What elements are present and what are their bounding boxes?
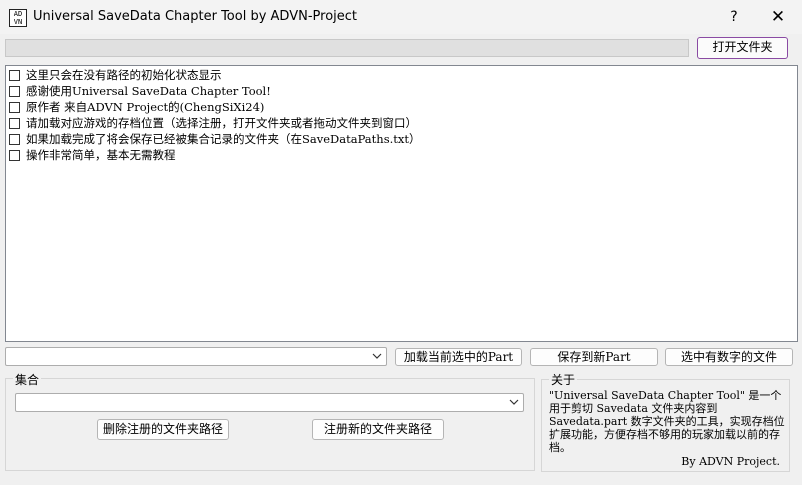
list-item[interactable]: 这里只会在没有路径的初始化状态显示 — [9, 67, 222, 83]
load-part-button[interactable]: 加载当前选中的Part — [395, 348, 522, 366]
list-item[interactable]: 请加载对应游戏的存档位置（选择注册，打开文件夹或者拖动文件夹到窗口） — [9, 115, 417, 131]
checkbox[interactable] — [9, 69, 20, 81]
chevron-down-icon — [509, 399, 519, 405]
help-button[interactable]: ? — [722, 6, 746, 28]
list-item-label: 如果加载完成了将会保存已经被集合记录的文件夹（在SaveDataPaths.tx… — [26, 132, 421, 146]
list-item[interactable]: 如果加载完成了将会保存已经被集合记录的文件夹（在SaveDataPaths.tx… — [9, 131, 420, 147]
collection-select[interactable] — [15, 393, 524, 412]
folder-path-field[interactable] — [5, 39, 689, 57]
list-item-label: 原作者 来自ADVN Project的(ChengSiXi24) — [26, 100, 265, 114]
register-folder-path-button[interactable]: 注册新的文件夹路径 — [312, 419, 444, 440]
checkbox[interactable] — [9, 117, 20, 129]
save-new-part-button[interactable]: 保存到新Part — [530, 348, 658, 366]
about-legend: 关于 — [549, 371, 578, 388]
about-description: "Universal SaveData Chapter Tool" 是一个用于剪… — [549, 389, 785, 454]
list-item[interactable]: 感谢使用Universal SaveData Chapter Tool! — [9, 83, 271, 99]
list-item-label: 操作非常简单，基本无需教程 — [26, 148, 176, 162]
list-item[interactable]: 原作者 来自ADVN Project的(ChengSiXi24) — [9, 99, 264, 115]
window-title: Universal SaveData Chapter Tool by ADVN-… — [33, 9, 357, 24]
select-numbered-files-button[interactable]: 选中有数字的文件 — [665, 348, 793, 366]
about-signature: By ADVN Project. — [681, 455, 780, 468]
list-item-label: 请加载对应游戏的存档位置（选择注册，打开文件夹或者拖动文件夹到窗口） — [26, 116, 417, 130]
checkbox[interactable] — [9, 149, 20, 161]
list-item-label: 感谢使用Universal SaveData Chapter Tool! — [26, 84, 271, 98]
delete-folder-path-button[interactable]: 删除注册的文件夹路径 — [97, 419, 229, 440]
checkbox[interactable] — [9, 101, 20, 113]
checkbox[interactable] — [9, 133, 20, 145]
collection-legend: 集合 — [13, 371, 42, 388]
chevron-down-icon — [372, 353, 382, 359]
file-list[interactable]: 这里只会在没有路径的初始化状态显示 感谢使用Universal SaveData… — [5, 65, 798, 342]
list-item-label: 这里只会在没有路径的初始化状态显示 — [26, 68, 222, 82]
list-item[interactable]: 操作非常简单，基本无需教程 — [9, 147, 176, 163]
app-icon: AD VN — [9, 9, 27, 27]
checkbox[interactable] — [9, 85, 20, 97]
collection-group — [5, 378, 535, 471]
part-select[interactable] — [5, 347, 387, 366]
open-folder-button[interactable]: 打开文件夹 — [697, 37, 788, 59]
close-icon[interactable]: ✕ — [766, 6, 790, 28]
